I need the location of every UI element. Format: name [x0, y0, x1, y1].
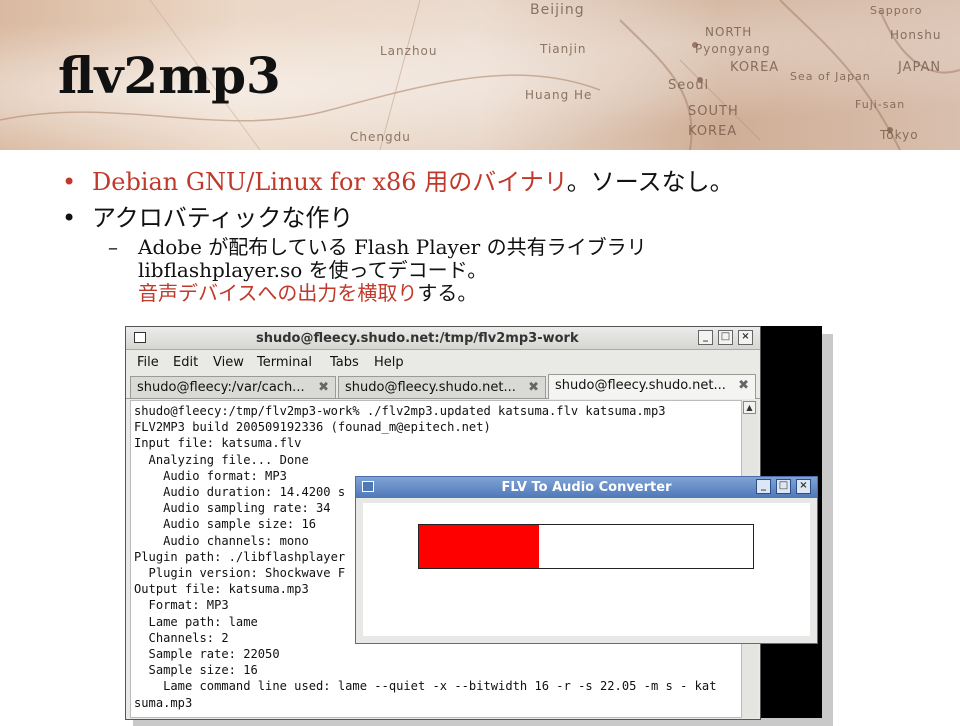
- map-label: KOREA: [688, 124, 738, 139]
- terminal-line: Audio sample size: 16: [163, 517, 317, 532]
- terminal-line: Audio channels: mono: [163, 533, 309, 548]
- map-label: Huang He: [525, 88, 593, 102]
- bullet-binary: • Debian GNU/Linux for x86 用のバイナリ。ソースなし。: [62, 162, 734, 197]
- map-label: Seoul: [668, 78, 710, 93]
- sub-line: する。: [417, 281, 478, 305]
- terminal-line: Sample rate: 22050: [148, 647, 280, 662]
- terminal-line: Format: MP3: [148, 598, 229, 613]
- map-label: Honshu: [890, 28, 942, 42]
- map-label: Lanzhou: [380, 44, 438, 58]
- dialog-titlebar[interactable]: FLV To Audio Converter _ □ ×: [356, 477, 817, 498]
- terminal-line: Analyzing file... Done: [148, 452, 309, 467]
- tab-label: shudo@fleecy.shudo.net...: [345, 380, 516, 395]
- terminal-titlebar[interactable]: shudo@fleecy.shudo.net:/tmp/flv2mp3-work…: [126, 327, 760, 350]
- map-label: Tokyo: [880, 128, 919, 142]
- tab-var-cache[interactable]: shudo@fleecy:/var/cach... ✖: [130, 376, 336, 398]
- sub-highlight: 音声デバイスへの出力を横取り: [138, 281, 418, 305]
- progress-fill: [419, 525, 540, 568]
- map-label: SOUTH: [688, 104, 739, 119]
- map-label: NORTH: [705, 25, 753, 39]
- sub-line: Adobe が配布している Flash Player の共有ライブラリ: [138, 235, 647, 259]
- terminal-line: Output file: katsuma.mp3: [134, 582, 309, 597]
- terminal-icon[interactable]: [134, 332, 146, 343]
- maximize-button[interactable]: □: [718, 330, 733, 345]
- terminal-title: shudo@fleecy.shudo.net:/tmp/flv2mp3-work: [256, 331, 579, 346]
- map-label: Sea of Japan: [790, 70, 871, 83]
- menu-help[interactable]: Help: [374, 355, 404, 370]
- dialog-minimize-button[interactable]: _: [756, 479, 771, 494]
- map-label: Tianjin: [540, 42, 587, 56]
- map-label: Chengdu: [350, 130, 411, 144]
- terminal-line: shudo@fleecy:/tmp/flv2mp3-work% ./flv2mp…: [134, 404, 666, 418]
- converter-dialog[interactable]: FLV To Audio Converter _ □ ×: [355, 476, 818, 644]
- terminal-line: FLV2MP3 build 200509192336 (founad_m@epi…: [134, 420, 491, 435]
- terminal-line: Plugin version: Shockwave F: [148, 566, 346, 581]
- dialog-title: FLV To Audio Converter: [501, 480, 672, 495]
- bullet-highlight: Debian GNU/Linux for x86 用のバイナリ: [92, 168, 567, 196]
- terminal-menubar: File Edit View Terminal Tabs Help: [126, 350, 760, 374]
- terminal-line: Lame command line used: lame --quiet -x …: [163, 679, 717, 694]
- tab-shudo-net[interactable]: shudo@fleecy.shudo.net... ✖: [338, 376, 546, 398]
- terminal-line: Audio format: MP3: [163, 468, 287, 483]
- slide-title: flv2mp3: [58, 46, 281, 105]
- dialog-content: [363, 503, 810, 636]
- menu-edit[interactable]: Edit: [173, 355, 198, 370]
- map-label: Beijing: [530, 2, 585, 18]
- terminal-line: Audio sampling rate: 34: [163, 501, 331, 516]
- bullet-acrobatic: • アクロバティックな作り: [62, 198, 353, 233]
- bullet-text: アクロバティックな作り: [92, 204, 354, 232]
- terminal-line: Plugin path: ./libflashplayer: [134, 549, 346, 564]
- tab-close-icon[interactable]: ✖: [738, 378, 749, 393]
- tab-label: shudo@fleecy:/var/cach...: [137, 380, 305, 395]
- terminal-line: Sample size: 16: [148, 663, 258, 678]
- map-label: Pyongyang: [695, 42, 771, 56]
- menu-terminal[interactable]: Terminal: [257, 355, 312, 370]
- map-label: Sapporo: [870, 4, 923, 17]
- conversion-progress-bar: [418, 524, 754, 569]
- title-banner: Beijing NORTH Pyongyang KOREA Seoul SOUT…: [0, 0, 960, 150]
- bullet-dot: •: [62, 168, 77, 196]
- tab-label: shudo@fleecy.shudo.net...: [555, 378, 726, 393]
- menu-file[interactable]: File: [137, 355, 159, 370]
- map-label: JAPAN: [898, 60, 942, 75]
- tab-shudo-net-active[interactable]: shudo@fleecy.shudo.net... ✖: [548, 374, 756, 399]
- sub-bullet: – Adobe が配布している Flash Player の共有ライブラリ lib…: [108, 236, 647, 305]
- map-label: Fuji-san: [855, 98, 906, 111]
- terminal-line: Lame path: lame: [148, 614, 258, 629]
- terminal-line: Channels: 2: [148, 630, 229, 645]
- bullet-dot: •: [62, 204, 77, 232]
- sub-dash: –: [108, 235, 118, 259]
- minimize-button[interactable]: _: [698, 330, 713, 345]
- tab-close-icon[interactable]: ✖: [318, 380, 329, 395]
- menu-view[interactable]: View: [213, 355, 244, 370]
- terminal-line: Input file: katsuma.flv: [134, 436, 302, 451]
- tab-close-icon[interactable]: ✖: [528, 380, 539, 395]
- bullet-text: 。ソースなし。: [566, 168, 734, 196]
- terminal-line: Audio duration: 14.4200 s: [163, 485, 346, 500]
- sub-line: libflashplayer.so を使ってデコード。: [138, 258, 488, 282]
- scroll-up-arrow-icon[interactable]: ▲: [743, 401, 756, 414]
- terminal-line: suma.mp3: [134, 695, 193, 710]
- dialog-close-button[interactable]: ×: [796, 479, 811, 494]
- terminal-tab-bar: shudo@fleecy:/var/cach... ✖ shudo@fleecy…: [126, 374, 760, 399]
- map-label: KOREA: [730, 60, 780, 75]
- close-button[interactable]: ×: [738, 330, 753, 345]
- menu-tabs[interactable]: Tabs: [330, 355, 359, 370]
- dialog-maximize-button[interactable]: □: [776, 479, 791, 494]
